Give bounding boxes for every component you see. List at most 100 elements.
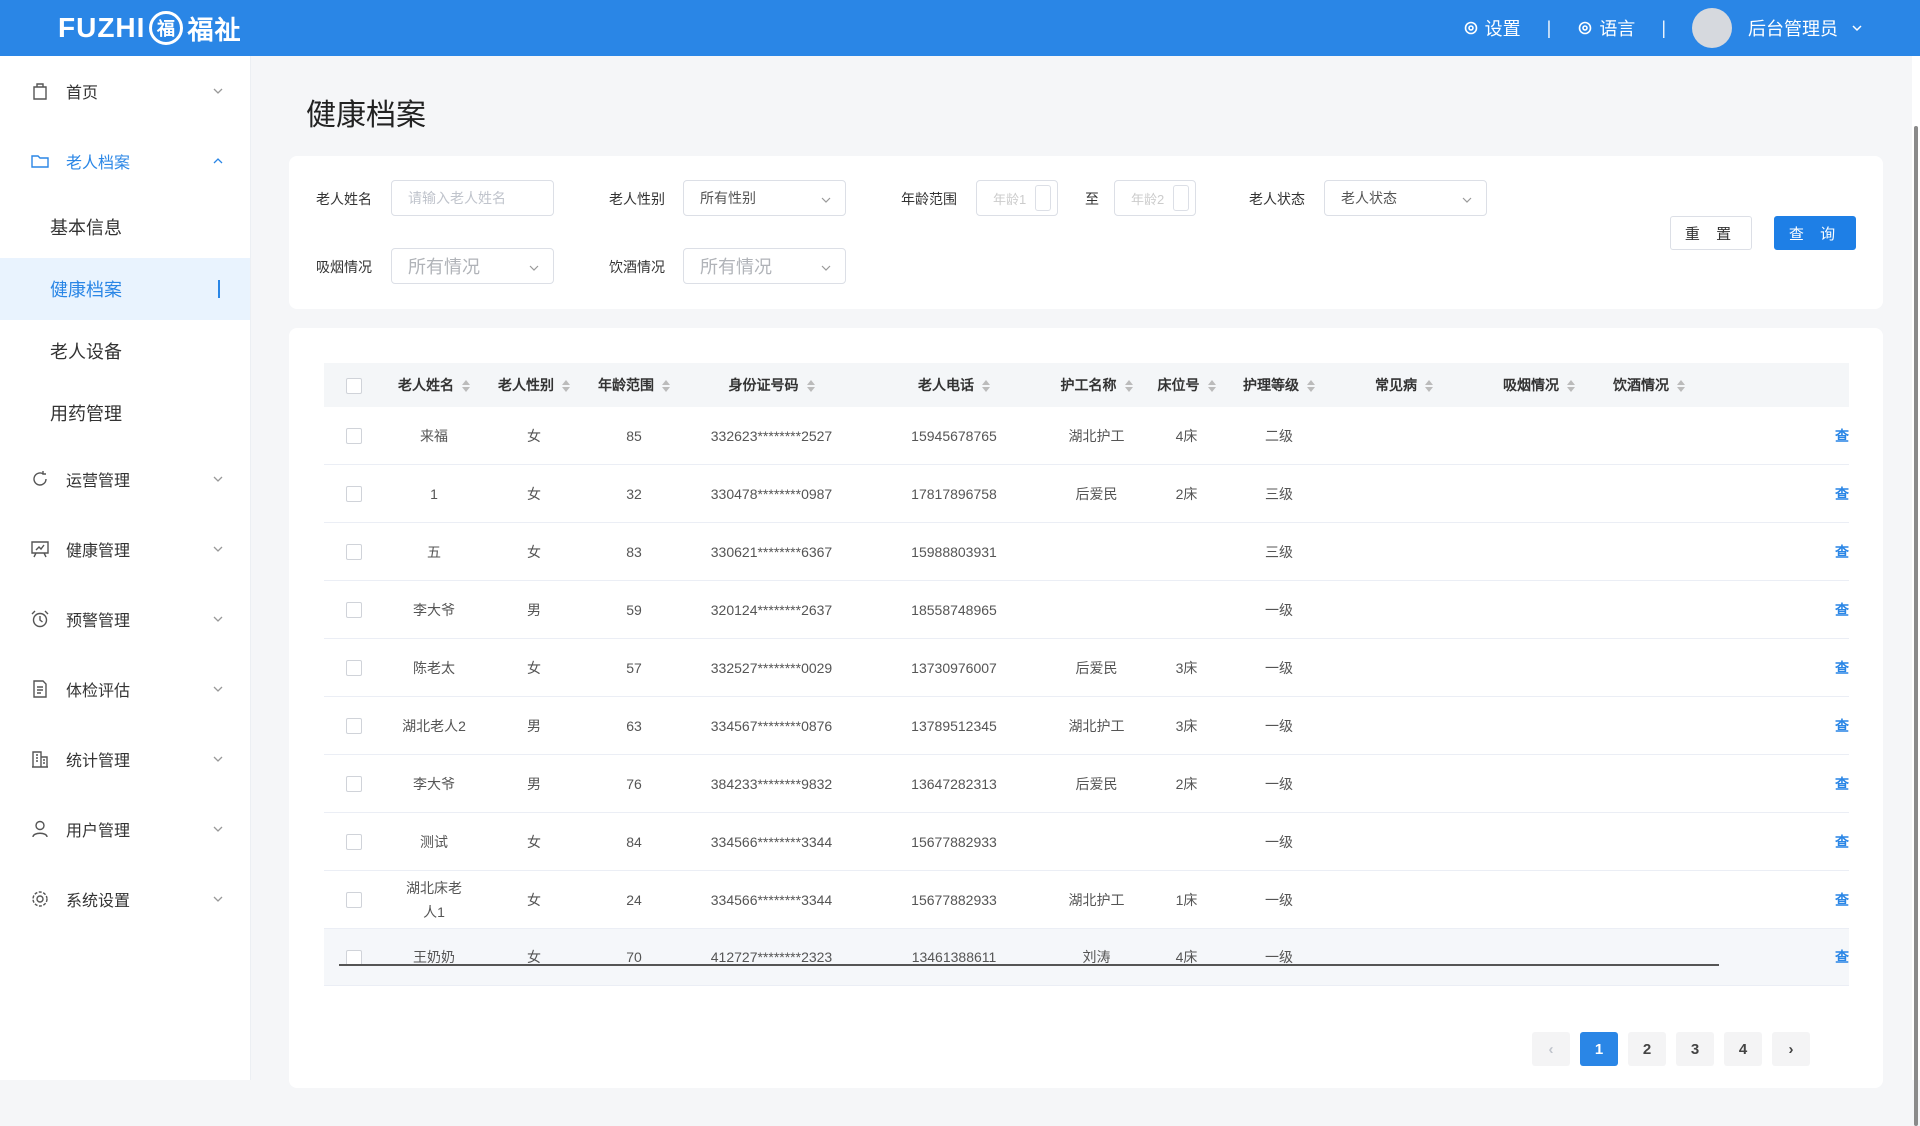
view-link[interactable]: 查 xyxy=(1835,718,1849,734)
table-row[interactable]: 李大爷男 76 384233********9832 13647282313 后爱民 2床… xyxy=(324,754,1849,813)
row-actions-cell: 查 xyxy=(1699,522,1849,581)
table-cell: 13461388611 xyxy=(859,928,1049,986)
page-button[interactable]: 3 xyxy=(1676,1032,1714,1066)
sort-icon[interactable] xyxy=(1677,379,1685,393)
page-button[interactable]: 4 xyxy=(1724,1032,1762,1066)
sort-icon[interactable] xyxy=(462,379,470,393)
view-link[interactable]: 查 xyxy=(1835,660,1849,676)
smoke-label: 吸烟情况 xyxy=(316,259,372,275)
row-checkbox[interactable] xyxy=(346,660,362,677)
table-cell: 一级 xyxy=(1229,812,1329,871)
row-checkbox[interactable] xyxy=(346,428,362,445)
table-row[interactable]: 湖北老人2 男 63 334567********0876 13789512345 湖北护… xyxy=(324,696,1849,755)
table-cell xyxy=(1599,870,1699,929)
sort-icon[interactable] xyxy=(1207,379,1216,393)
sort-icon[interactable] xyxy=(1425,379,1433,393)
view-link[interactable]: 查 xyxy=(1835,486,1849,502)
table-row[interactable]: 湖北床老人1 女 24 334566********3344 15677882933 湖北… xyxy=(324,870,1849,929)
row-checkbox[interactable] xyxy=(346,834,362,851)
view-link[interactable]: 查 xyxy=(1835,544,1849,560)
sort-icon[interactable] xyxy=(662,379,670,393)
user-menu[interactable]: 后台管理员 xyxy=(1692,8,1862,48)
sort-icon[interactable] xyxy=(1307,379,1315,393)
table-row[interactable]: 来福女 85 332623********2527 15945678765 湖北护工 4床… xyxy=(324,407,1849,465)
table-cell xyxy=(1329,407,1479,465)
sort-icon[interactable] xyxy=(562,379,570,393)
reset-button[interactable]: 重 置 xyxy=(1670,216,1752,250)
status-select[interactable]: 老人状态 xyxy=(1324,180,1487,216)
age-to-input[interactable]: 年龄2 xyxy=(1114,180,1196,216)
table-row[interactable]: 王奶奶女 70 412727********2323 13461388611 刘涛 4床一… xyxy=(324,928,1849,986)
smoke-select[interactable]: 所有情况 xyxy=(391,248,554,284)
sidebar-item-elder-records[interactable]: 老人档案 xyxy=(0,126,250,196)
prev-page-button[interactable]: ‹ xyxy=(1532,1032,1570,1066)
row-checkbox[interactable] xyxy=(346,544,362,561)
next-page-button[interactable]: › xyxy=(1772,1032,1810,1066)
sort-icon[interactable] xyxy=(806,379,815,393)
sidebar-item-health-records[interactable]: 健康档案 xyxy=(0,258,250,320)
row-checkbox[interactable] xyxy=(346,486,362,503)
sidebar-item-elder-devices[interactable]: 老人设备 xyxy=(0,320,250,382)
column-header[interactable]: 常见病 xyxy=(1329,363,1479,407)
table-cell: 332527********0029 xyxy=(684,638,859,697)
view-link[interactable]: 查 xyxy=(1835,834,1849,850)
sidebar-item-operations[interactable]: 运营管理 xyxy=(0,444,250,514)
table-row[interactable]: 陈老太女 57 332527********0029 13730976007 后爱民 3床… xyxy=(324,638,1849,697)
column-header[interactable]: 身份证号码 xyxy=(684,363,859,407)
table-cell: 15677882933 xyxy=(859,870,1049,929)
sidebar-item-statistics[interactable]: 统计管理 xyxy=(0,724,250,794)
row-checkbox[interactable] xyxy=(346,718,362,735)
brand-logo[interactable]: FUZHI 福 福祉 xyxy=(58,10,241,46)
view-link[interactable]: 查 xyxy=(1835,776,1849,792)
sidebar-subitem-label: 用药管理 xyxy=(50,404,122,424)
gender-select[interactable]: 所有性别 xyxy=(683,180,846,216)
column-header[interactable]: 护理等级 xyxy=(1229,363,1329,407)
page-button[interactable]: 2 xyxy=(1628,1032,1666,1066)
sidebar-item-basic-info[interactable]: 基本信息 xyxy=(0,196,250,258)
sidebar-item-users[interactable]: 用户管理 xyxy=(0,794,250,864)
sidebar-item-system-settings[interactable]: 系统设置 xyxy=(0,864,250,934)
sidebar-item-home[interactable]: 首页 xyxy=(0,56,250,126)
select-all-checkbox[interactable] xyxy=(346,377,362,394)
sidebar-item-medication[interactable]: 用药管理 xyxy=(0,382,250,444)
folder-icon xyxy=(31,155,49,168)
column-header[interactable]: 老人性别 xyxy=(484,363,584,407)
age-from-input[interactable]: 年龄1 xyxy=(976,180,1058,216)
column-header[interactable]: 老人姓名 xyxy=(384,363,484,407)
table-row[interactable]: 五女 83 330621********6367 15988803931 三级 查 xyxy=(324,522,1849,581)
sidebar-item-assessment[interactable]: 体检评估 xyxy=(0,654,250,724)
row-checkbox[interactable] xyxy=(346,602,362,619)
scrollbar-thumb[interactable] xyxy=(1914,126,1918,1126)
table-row[interactable]: 李大爷男 59 320124********2637 18558748965 一级 查 xyxy=(324,580,1849,639)
page-button[interactable]: 1 xyxy=(1580,1032,1618,1066)
number-stepper[interactable] xyxy=(1173,185,1189,211)
sort-icon[interactable] xyxy=(1567,379,1575,393)
pagination: ‹ 1 2 3 4 › xyxy=(1532,1032,1810,1066)
drink-label: 饮酒情况 xyxy=(609,259,665,275)
page-scrollbar[interactable] xyxy=(1912,56,1920,1126)
column-header[interactable]: 年龄范围 xyxy=(584,363,684,407)
row-checkbox[interactable] xyxy=(346,776,362,793)
column-header[interactable]: 护工名称 xyxy=(1049,363,1144,407)
row-checkbox[interactable] xyxy=(346,892,362,909)
view-link[interactable]: 查 xyxy=(1835,602,1849,618)
drink-select[interactable]: 所有情况 xyxy=(683,248,846,284)
sort-icon[interactable] xyxy=(982,379,990,393)
view-link[interactable]: 查 xyxy=(1835,949,1849,965)
table-row[interactable]: 测试女 84 334566********3344 15677882933 一级 查 xyxy=(324,812,1849,871)
column-header[interactable]: 饮酒情况 xyxy=(1599,363,1699,407)
number-stepper[interactable] xyxy=(1035,185,1051,211)
settings-button[interactable]: 设置 xyxy=(1463,15,1521,41)
table-row[interactable]: 1 女 32 330478********0987 17817896758 后爱民 2床 三级… xyxy=(324,464,1849,523)
name-input[interactable] xyxy=(391,180,554,216)
query-button[interactable]: 查 询 xyxy=(1774,216,1856,250)
sidebar-item-health-management[interactable]: 健康管理 xyxy=(0,514,250,584)
sidebar-item-alerts[interactable]: 预警管理 xyxy=(0,584,250,654)
view-link[interactable]: 查 xyxy=(1835,892,1849,908)
sort-icon[interactable] xyxy=(1124,379,1133,393)
view-link[interactable]: 查 xyxy=(1835,428,1849,444)
language-button[interactable]: 语言 xyxy=(1577,15,1635,41)
column-header[interactable]: 老人电话 xyxy=(859,363,1049,407)
column-header[interactable]: 床位号 xyxy=(1144,363,1229,407)
column-header[interactable]: 吸烟情况 xyxy=(1479,363,1599,407)
